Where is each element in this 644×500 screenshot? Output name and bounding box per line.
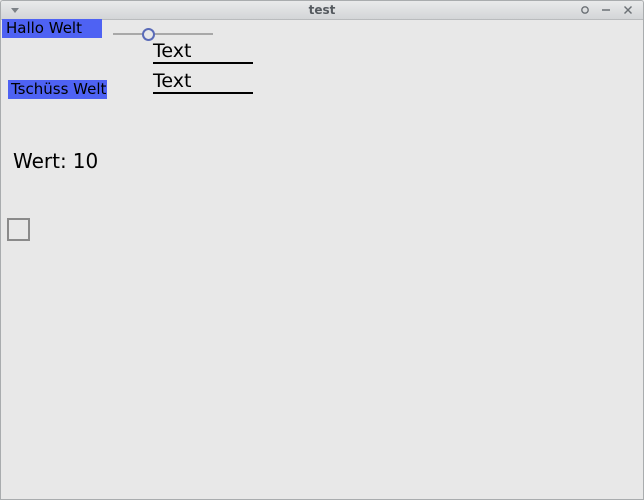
text-field-2[interactable]: Text: [153, 70, 253, 94]
hallo-welt-label: Hallo Welt: [2, 19, 102, 38]
value-slider[interactable]: [113, 27, 213, 41]
window-title: test: [308, 3, 336, 17]
window-settings-button[interactable]: [578, 3, 592, 17]
title-bar[interactable]: test: [1, 1, 643, 20]
value-number: 10: [72, 149, 99, 173]
minimize-icon: [602, 9, 610, 11]
value-display: Wert: 10: [13, 149, 98, 173]
window-content: Hallo Welt Text Text Tschüss Welt Wert: 1…: [1, 19, 643, 499]
slider-track[interactable]: [113, 33, 213, 35]
value-prefix: Wert:: [13, 149, 67, 173]
window-close-button[interactable]: [621, 3, 635, 17]
close-icon: [624, 6, 632, 14]
app-window: test Hallo Welt Text Text Tschüss Welt W…: [0, 0, 644, 500]
tschuess-welt-label: Tschüss Welt: [8, 80, 107, 99]
settings-icon: [581, 6, 589, 14]
checkbox[interactable]: [7, 218, 30, 241]
text-field-1[interactable]: Text: [153, 40, 253, 64]
window-minimize-button[interactable]: [599, 3, 613, 17]
